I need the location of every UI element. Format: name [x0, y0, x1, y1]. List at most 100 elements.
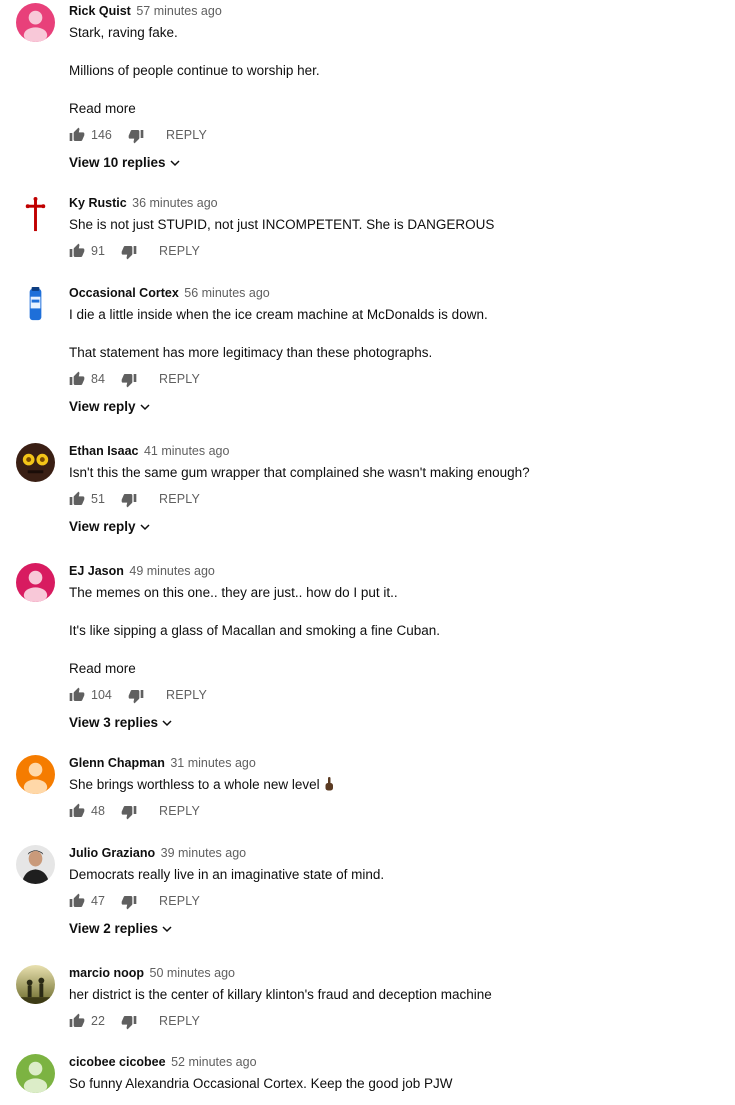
comment-actions: 146 REPLY: [69, 123, 725, 147]
view-replies-button[interactable]: View 2 replies: [69, 919, 725, 939]
avatar[interactable]: [16, 285, 55, 324]
avatar[interactable]: [16, 755, 55, 794]
chevron-down-icon: [170, 160, 180, 167]
comment-actions: 91 REPLY: [69, 239, 725, 263]
reply-button[interactable]: REPLY: [159, 893, 200, 909]
comment-time[interactable]: 50 minutes ago: [150, 966, 235, 980]
thumbs-down-icon[interactable]: [128, 128, 144, 144]
comment-author[interactable]: Ky Rustic: [69, 196, 127, 210]
like-count: 47: [91, 894, 105, 908]
read-more-link[interactable]: Read more: [69, 659, 725, 679]
middle-finger-emoji-icon: [325, 777, 333, 791]
comment-time[interactable]: 36 minutes ago: [132, 196, 217, 210]
view-replies-button[interactable]: View 10 replies: [69, 153, 725, 173]
reply-button[interactable]: REPLY: [166, 127, 207, 143]
reply-button[interactable]: REPLY: [166, 687, 207, 703]
comment-actions: 84 REPLY: [69, 367, 725, 391]
comment-time[interactable]: 31 minutes ago: [170, 756, 255, 770]
thumbs-down-icon[interactable]: [121, 804, 137, 820]
comment-line: her district is the center of killary kl…: [69, 987, 492, 1002]
like-count: 84: [91, 372, 105, 386]
avatar[interactable]: [16, 845, 55, 884]
reply-button[interactable]: REPLY: [159, 371, 200, 387]
comment-line: She brings worthless to a whole new leve…: [69, 777, 320, 792]
comment-line: Stark, raving fake.: [69, 25, 178, 40]
avatar[interactable]: [16, 443, 55, 482]
thumbs-down-icon[interactable]: [121, 372, 137, 388]
avatar[interactable]: [16, 3, 55, 42]
like-count: 146: [91, 128, 112, 142]
reply-button[interactable]: REPLY: [159, 803, 200, 819]
view-replies-button[interactable]: View reply: [69, 397, 725, 417]
view-replies-label: View 3 replies: [69, 715, 159, 730]
comment-text: The memes on this one.. they are just.. …: [69, 583, 725, 641]
comment-text: She is not just STUPID, not just INCOMPE…: [69, 215, 725, 235]
comment-actions: 48 REPLY: [69, 799, 725, 823]
comment-text: So funny Alexandria Occasional Cortex. K…: [69, 1074, 725, 1094]
comment-text: Stark, raving fake. Millions of people c…: [69, 23, 725, 81]
comment-line: Isn't this the same gum wrapper that com…: [69, 465, 530, 480]
view-replies-button[interactable]: View 3 replies: [69, 713, 725, 733]
comment-line: Democrats really live in an imaginative …: [69, 867, 385, 882]
comment-line: It's like sipping a glass of Macallan an…: [69, 623, 441, 638]
thumbs-up-icon[interactable]: [69, 687, 85, 703]
comment-line: The memes on this one.. they are just.. …: [69, 585, 398, 600]
comment-time[interactable]: 41 minutes ago: [144, 444, 229, 458]
comment-author[interactable]: Julio Graziano: [69, 846, 155, 860]
chevron-down-icon: [140, 404, 150, 411]
comment-text: I die a little inside when the ice cream…: [69, 305, 725, 363]
thumbs-down-icon[interactable]: [121, 492, 137, 508]
reply-button[interactable]: REPLY: [159, 491, 200, 507]
thumbs-up-icon[interactable]: [69, 127, 85, 143]
comment-author[interactable]: EJ Jason: [69, 564, 124, 578]
thumbs-up-icon[interactable]: [69, 243, 85, 259]
comment-time[interactable]: 57 minutes ago: [136, 4, 221, 18]
comment-text: She brings worthless to a whole new leve…: [69, 775, 725, 795]
comment-line: So funny Alexandria Occasional Cortex. K…: [69, 1076, 453, 1091]
comment-actions: 51 REPLY: [69, 487, 725, 511]
comment-author[interactable]: Rick Quist: [69, 4, 131, 18]
comment-author[interactable]: Occasional Cortex: [69, 286, 179, 300]
view-replies-label: View reply: [69, 519, 136, 534]
comment-line: Millions of people continue to worship h…: [69, 63, 320, 78]
avatar[interactable]: [16, 965, 55, 1004]
chevron-down-icon: [162, 926, 172, 933]
comment-time[interactable]: 49 minutes ago: [129, 564, 214, 578]
thumbs-up-icon[interactable]: [69, 803, 85, 819]
comment-actions: 104 REPLY: [69, 683, 725, 707]
comment-author[interactable]: Ethan Isaac: [69, 444, 138, 458]
comment-time[interactable]: 56 minutes ago: [184, 286, 269, 300]
thumbs-up-icon[interactable]: [69, 371, 85, 387]
thumbs-up-icon[interactable]: [69, 1013, 85, 1029]
comment-text: Isn't this the same gum wrapper that com…: [69, 463, 725, 483]
read-more-link[interactable]: Read more: [69, 99, 725, 119]
like-count: 91: [91, 244, 105, 258]
comment-actions: 22 REPLY: [69, 1009, 725, 1033]
avatar[interactable]: [16, 563, 55, 602]
comment-time[interactable]: 52 minutes ago: [171, 1055, 256, 1069]
avatar[interactable]: [16, 195, 55, 234]
thumbs-down-icon[interactable]: [121, 1014, 137, 1030]
comment-time[interactable]: 39 minutes ago: [161, 846, 246, 860]
comment-line: That statement has more legitimacy than …: [69, 345, 433, 360]
reply-button[interactable]: REPLY: [159, 243, 200, 259]
like-count: 22: [91, 1014, 105, 1028]
thumbs-down-icon[interactable]: [128, 688, 144, 704]
thumbs-down-icon[interactable]: [121, 894, 137, 910]
thumbs-down-icon[interactable]: [121, 244, 137, 260]
chevron-down-icon: [140, 524, 150, 531]
comment-author[interactable]: Glenn Chapman: [69, 756, 165, 770]
reply-button[interactable]: REPLY: [159, 1013, 200, 1029]
comment-author[interactable]: cicobee cicobee: [69, 1055, 166, 1069]
thumbs-up-icon[interactable]: [69, 491, 85, 507]
chevron-down-icon: [162, 720, 172, 727]
like-count: 104: [91, 688, 112, 702]
view-replies-button[interactable]: View reply: [69, 517, 725, 537]
view-replies-label: View reply: [69, 399, 136, 414]
thumbs-up-icon[interactable]: [69, 893, 85, 909]
comment-text: Democrats really live in an imaginative …: [69, 865, 725, 885]
avatar[interactable]: [16, 1054, 55, 1093]
comment-author[interactable]: marcio noop: [69, 966, 144, 980]
comment-line: I die a little inside when the ice cream…: [69, 307, 488, 322]
like-count: 48: [91, 804, 105, 818]
